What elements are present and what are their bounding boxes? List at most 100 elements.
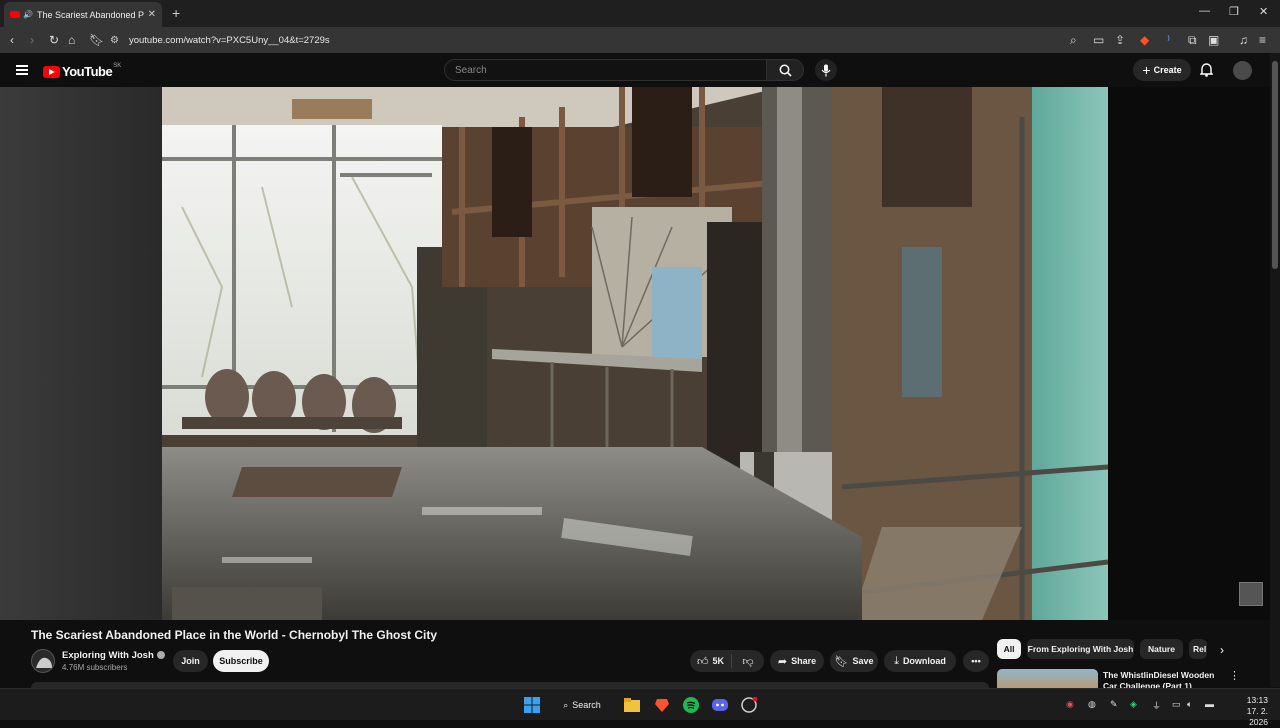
- guide-menu-icon[interactable]: [16, 65, 28, 75]
- thumbs-down-icon: 👎︎: [742, 655, 754, 668]
- bookmark-icon[interactable]: 🔖︎: [89, 32, 104, 48]
- save-playlist-icon: 🔖︎: [834, 655, 849, 668]
- thumbs-up-icon: 👍︎: [696, 655, 709, 668]
- taskbar-search-icon: ⌕: [563, 699, 569, 710]
- restore-icon[interactable]: ❐: [1229, 5, 1239, 18]
- forward-icon[interactable]: ›: [30, 32, 34, 48]
- minimize-icon[interactable]: —: [1199, 5, 1210, 17]
- home-icon[interactable]: ⌂: [68, 32, 75, 48]
- cast-icon[interactable]: ▭: [1093, 32, 1104, 48]
- taskbar-search-label: Search: [572, 700, 601, 710]
- video-title: The Scariest Abandoned Place in the Worl…: [31, 628, 438, 642]
- brave-shields-icon[interactable]: ◆: [1140, 32, 1149, 48]
- scrollbar-thumb[interactable]: [1272, 61, 1278, 269]
- channel-avatar[interactable]: [31, 649, 55, 673]
- windows-start-icon[interactable]: [524, 697, 540, 713]
- youtube-logo[interactable]: YouTube SK: [43, 62, 122, 79]
- address-bar[interactable]: ⚙ youtube.com/watch?v=PXC5Uny__04&t=2729…: [110, 30, 990, 50]
- tray-steam-icon[interactable]: ◍: [1088, 699, 1096, 710]
- chevron-right-icon[interactable]: ›: [1220, 643, 1224, 657]
- brave-browser-icon[interactable]: [654, 697, 670, 713]
- search-icon: [779, 64, 792, 77]
- browser-tab-active[interactable]: 🔊 The Scariest Abandoned Place ✕: [4, 2, 162, 27]
- tab-title: The Scariest Abandoned Place: [36, 9, 144, 20]
- extensions-icon[interactable]: ⧉: [1188, 32, 1197, 48]
- discord-icon[interactable]: [712, 697, 728, 713]
- like-count: 5K: [712, 656, 724, 666]
- video-stage: [0, 87, 1270, 620]
- share-label: Share: [791, 656, 817, 666]
- sidebar-icon[interactable]: ▣: [1208, 32, 1219, 48]
- more-actions-button[interactable]: •••: [963, 650, 989, 672]
- windows-taskbar: ⌕ Search ◉ ◍ ✎ ◈ ⏚ ▭ 🔈︎ ▬ 13:13 17. 2. 2…: [0, 688, 1280, 727]
- recommendation-title[interactable]: The WhistlinDiesel Wooden Car Challenge …: [1103, 670, 1227, 688]
- download-label: Download: [902, 656, 946, 666]
- country-code: SK: [113, 62, 122, 69]
- zoom-icon[interactable]: ⌕: [1070, 32, 1077, 48]
- tray-app-icon[interactable]: ◉: [1066, 699, 1074, 710]
- file-explorer-icon[interactable]: [624, 697, 640, 713]
- create-label: Create: [1153, 65, 1182, 75]
- steam-notification-icon[interactable]: [741, 697, 757, 713]
- like-button[interactable]: 👍︎ 5K: [690, 654, 732, 668]
- close-tab-icon[interactable]: ✕: [148, 9, 156, 20]
- share-button[interactable]: ➦ Share: [770, 650, 824, 672]
- tray-pen-icon[interactable]: ✎: [1110, 699, 1118, 710]
- spotify-icon[interactable]: [683, 697, 699, 713]
- recommendation-thumbnail[interactable]: [997, 669, 1098, 688]
- ambient-left: [0, 87, 162, 620]
- download-icon: ⤓: [894, 654, 899, 667]
- channel-name-text: Exploring With Josh: [62, 650, 154, 661]
- dislike-button[interactable]: 👎︎: [732, 655, 764, 668]
- new-tab-icon[interactable]: +: [172, 5, 180, 21]
- download-button[interactable]: ⤓ Download: [884, 650, 956, 672]
- share-page-icon[interactable]: ⇪: [1115, 32, 1125, 48]
- chip-related[interactable]: Rel: [1189, 639, 1207, 659]
- chip-from-channel[interactable]: From Exploring With Josh: [1027, 639, 1134, 659]
- leo-ai-icon[interactable]: ⁾: [1167, 32, 1170, 48]
- system-clock[interactable]: 13:13 17. 2. 2026: [1226, 695, 1268, 728]
- save-button[interactable]: 🔖︎ Save: [830, 650, 878, 672]
- more-dots-icon: •••: [971, 656, 981, 666]
- share-icon: ➦: [777, 655, 788, 668]
- volume-icon[interactable]: 🔈︎: [1187, 699, 1192, 710]
- subscribe-button[interactable]: Subscribe: [213, 650, 269, 672]
- search-input[interactable]: Search: [444, 59, 767, 81]
- back-icon[interactable]: ‹: [10, 32, 14, 48]
- reload-icon[interactable]: ↻: [49, 32, 59, 48]
- media-icon[interactable]: ♫: [1239, 32, 1248, 48]
- microphone-icon: [821, 64, 831, 76]
- tray-usb-icon[interactable]: ⏚: [1152, 699, 1161, 712]
- browser-toolbar: ‹ › ↻ ⌂ 🔖︎ ⚙ youtube.com/watch?v=PXC5Uny…: [0, 27, 1280, 53]
- video-player[interactable]: [162, 87, 1108, 620]
- subscriber-count: 4.76M subscribers: [62, 663, 128, 672]
- end-screen-thumbnail[interactable]: [1239, 582, 1263, 606]
- youtube-header: YouTube SK Search + Create: [0, 53, 1280, 87]
- search-button[interactable]: [766, 59, 804, 81]
- close-window-icon[interactable]: ✕: [1259, 5, 1268, 18]
- account-avatar[interactable]: [1233, 61, 1252, 80]
- youtube-wordmark: YouTube: [62, 64, 113, 79]
- battery-icon[interactable]: ▬: [1205, 699, 1214, 709]
- chip-nature[interactable]: Nature: [1140, 639, 1183, 659]
- create-button[interactable]: + Create: [1133, 59, 1191, 81]
- site-info-icon[interactable]: ⚙: [110, 35, 119, 46]
- network-icon[interactable]: ▭: [1172, 699, 1181, 710]
- browser-tab-strip: 🔊 The Scariest Abandoned Place ✕ + — ❐ ✕: [0, 0, 1280, 27]
- notifications-bell-icon[interactable]: [1200, 62, 1213, 77]
- taskbar-search-button[interactable]: ⌕ Search: [556, 694, 608, 716]
- verified-badge-icon: [156, 651, 165, 659]
- audio-playing-icon[interactable]: 🔊: [23, 10, 33, 19]
- recommendation-menu-icon[interactable]: ⋮: [1229, 669, 1240, 682]
- youtube-favicon-icon: [10, 11, 20, 18]
- voice-search-button[interactable]: [815, 59, 837, 81]
- clock-date: 17. 2. 2026: [1246, 706, 1268, 727]
- channel-name[interactable]: Exploring With Josh: [62, 650, 165, 661]
- tray-security-icon[interactable]: ◈: [1130, 699, 1137, 710]
- chip-all[interactable]: All: [997, 639, 1021, 659]
- video-frame-image: [162, 87, 1108, 620]
- url-text: youtube.com/watch?v=PXC5Uny__04&t=2729s: [128, 34, 330, 46]
- join-button[interactable]: Join: [173, 650, 208, 672]
- page-scrollbar[interactable]: [1270, 53, 1280, 687]
- menu-icon[interactable]: ≡: [1259, 32, 1266, 48]
